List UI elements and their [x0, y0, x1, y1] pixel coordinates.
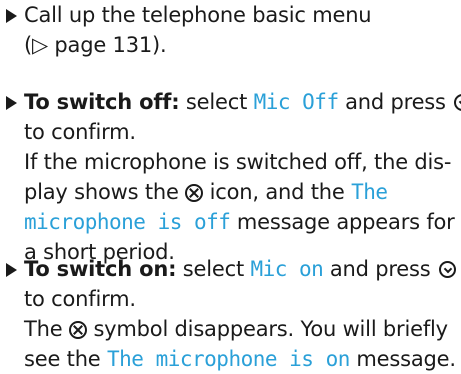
step-1-text: Call up the telephone basic menu [24, 3, 372, 27]
step-3-line-4: see the The microphone is on message. [24, 344, 456, 374]
mic-off-icon [185, 184, 204, 202]
mic-off-icon [68, 321, 87, 339]
detail-text: message appears for [236, 210, 455, 234]
display-message: The [351, 180, 388, 204]
press-text: and press [329, 257, 431, 281]
detail-text: message. [356, 347, 456, 371]
step-3-line-3: The symbol disappears. You will briefly [24, 314, 448, 344]
bullet-arrow-icon [6, 96, 17, 110]
detail-text: symbol disappears. You will briefly [93, 317, 448, 341]
press-text: and press [345, 90, 446, 114]
detail-text: The [24, 317, 63, 341]
display-message: microphone is off [24, 210, 231, 234]
detail-text: icon, and the [209, 180, 345, 204]
controller-press-icon [454, 94, 461, 111]
step-1-line-1: Call up the telephone basic menu [24, 0, 372, 30]
select-text: select [185, 90, 248, 114]
step-2-line-2: to confirm. [24, 117, 136, 147]
mic-off-option: Mic Off [253, 90, 340, 114]
step-2-line-5: microphone is off message appears for [24, 207, 455, 237]
display-message: The microphone is on [107, 347, 350, 371]
detail-text: see the [24, 347, 101, 371]
page-reference: (▷ page 131). [24, 33, 167, 57]
step-2-line-4: play shows the icon, and the The [24, 177, 388, 207]
confirm-text: to confirm. [24, 287, 136, 311]
detail-text: If the microphone is switched off, the d… [24, 150, 452, 174]
instruction-page: Call up the telephone basic menu (▷ page… [0, 0, 461, 373]
step-2-line-1: To switch off: select Mic Off and press [24, 87, 461, 117]
step-3-line-1: To switch on: select Mic on and press [24, 254, 456, 284]
confirm-text: to confirm. [24, 120, 136, 144]
switch-on-label: To switch on: [24, 257, 177, 281]
controller-press-icon [439, 261, 456, 278]
step-1-line-2: (▷ page 131). [24, 30, 167, 60]
mic-on-option: Mic on [250, 257, 324, 281]
bullet-arrow-icon [6, 263, 17, 277]
detail-text: play shows the [24, 180, 179, 204]
step-3-line-2: to confirm. [24, 284, 136, 314]
switch-off-label: To switch off: [24, 90, 180, 114]
step-2-line-3: If the microphone is switched off, the d… [24, 147, 451, 177]
select-text: select [182, 257, 244, 281]
bullet-arrow-icon [6, 9, 17, 23]
